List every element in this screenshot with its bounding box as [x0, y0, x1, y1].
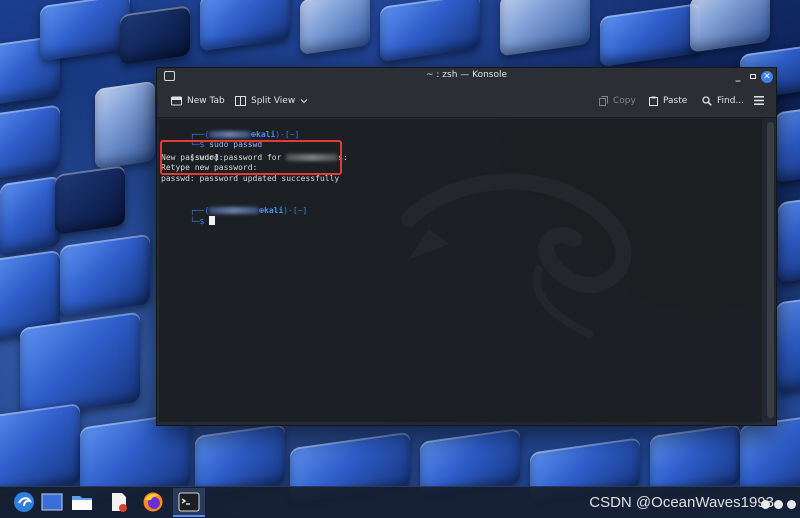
copy-icon [599, 96, 608, 106]
red-highlight-annotation [160, 140, 342, 175]
text-editor-icon[interactable] [108, 491, 130, 513]
hamburger-menu-icon [754, 96, 764, 105]
passwd-result-line: passwd: password updated successfully [161, 173, 340, 183]
prompt-frame-close: )-[~] [283, 205, 308, 215]
firefox-icon[interactable] [142, 491, 164, 513]
text-cursor [209, 216, 216, 225]
paste-label: Paste [663, 96, 688, 106]
split-view-label: Split View [251, 96, 296, 106]
prompt-host: kali [264, 205, 284, 215]
desktop-pager-icon[interactable] [41, 491, 63, 513]
new-tab-button[interactable]: New Tab [171, 96, 225, 106]
minimize-button[interactable]: _ [732, 71, 744, 83]
split-view-button[interactable]: Split View [235, 96, 308, 106]
hamburger-menu-button[interactable] [754, 96, 764, 105]
tray-network-icon[interactable] [774, 500, 783, 509]
command-line-2: └─$ [161, 206, 216, 239]
prompt-prefix: └─$ [189, 217, 205, 226]
paste-icon [649, 96, 658, 106]
system-tray[interactable] [761, 500, 796, 509]
kali-dragon-watermark-icon [401, 173, 632, 338]
tray-volume-icon[interactable] [761, 500, 770, 509]
konsole-icon[interactable] [178, 491, 200, 513]
prompt-frame-close: )-[~] [275, 129, 300, 139]
terminal-view[interactable]: ┌──(⊕kali)-[~] └─$ sudo passwd [sudo] pa… [159, 119, 762, 422]
konsole-window[interactable]: ~ : zsh — Konsole _ ✕ New Tab Split View [156, 67, 777, 426]
paste-button[interactable]: Paste [649, 96, 687, 106]
taskbar: CSDN @OceanWaves1993 [0, 486, 800, 518]
csdn-watermark: CSDN @OceanWaves1993 [589, 494, 774, 511]
maximize-icon [750, 74, 756, 79]
find-button[interactable]: Find... [702, 96, 744, 106]
maximize-button[interactable] [747, 71, 759, 83]
new-tab-label: New Tab [187, 96, 225, 106]
title-bar[interactable]: ~ : zsh — Konsole _ ✕ [157, 68, 776, 87]
split-view-icon [235, 96, 246, 106]
chevron-down-icon [300, 99, 308, 104]
redacted-username [209, 206, 260, 214]
search-icon [702, 96, 712, 106]
kde-launcher-icon[interactable] [13, 491, 35, 513]
new-tab-icon [171, 96, 182, 106]
copy-button[interactable]: Copy [599, 96, 636, 106]
find-label: Find... [717, 96, 745, 106]
file-manager-icon[interactable] [71, 491, 93, 513]
copy-label: Copy [613, 96, 636, 106]
tray-power-icon[interactable] [787, 500, 796, 509]
close-button[interactable]: ✕ [761, 71, 773, 83]
terminal-scrollbar[interactable] [767, 122, 774, 418]
window-title: ~ : zsh — Konsole [425, 70, 508, 80]
toolbar: New Tab Split View Copy Paste Find... [157, 87, 776, 118]
